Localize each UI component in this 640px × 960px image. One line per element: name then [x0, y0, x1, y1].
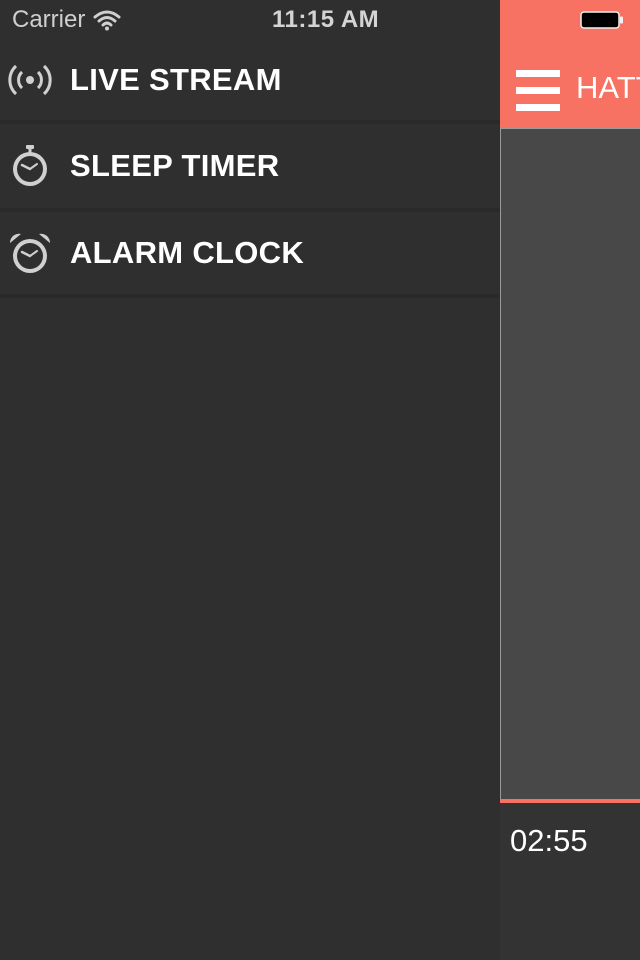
menu-item-live-stream[interactable]: LIVE STREAM — [0, 40, 500, 124]
elapsed-time: 02:55 — [510, 823, 588, 858]
stopwatch-icon — [8, 144, 52, 188]
carrier-indicator: Carrier — [12, 6, 121, 34]
side-menu: LIVE STREAM SLEEP TIMER ALARM CLOCK — [0, 40, 500, 960]
menu-item-sleep-timer[interactable]: SLEEP TIMER — [0, 124, 500, 212]
wifi-icon — [93, 10, 121, 31]
player-bar: 02:55 — [500, 803, 640, 960]
broadcast-icon — [8, 58, 52, 102]
carrier-label: Carrier — [12, 6, 86, 33]
menu-item-alarm-clock[interactable]: ALARM CLOCK — [0, 212, 500, 298]
hamburger-menu-icon[interactable] — [516, 70, 560, 112]
menu-item-label: LIVE STREAM — [70, 62, 282, 97]
app-screen: Carrier 11:15 AM LIVE STREAM SLEEP TIMER… — [0, 0, 640, 960]
nav-title: HATTRICK — [576, 70, 640, 105]
status-bar: Carrier 11:15 AM — [0, 0, 640, 40]
content-area — [500, 128, 640, 799]
battery-icon — [580, 11, 623, 29]
menu-item-label: SLEEP TIMER — [70, 148, 280, 183]
main-panel: HATTRICK 02:55 — [500, 0, 640, 960]
menu-item-label: ALARM CLOCK — [70, 235, 305, 270]
status-time: 11:15 AM — [272, 6, 380, 33]
alarm-clock-icon — [8, 231, 52, 275]
